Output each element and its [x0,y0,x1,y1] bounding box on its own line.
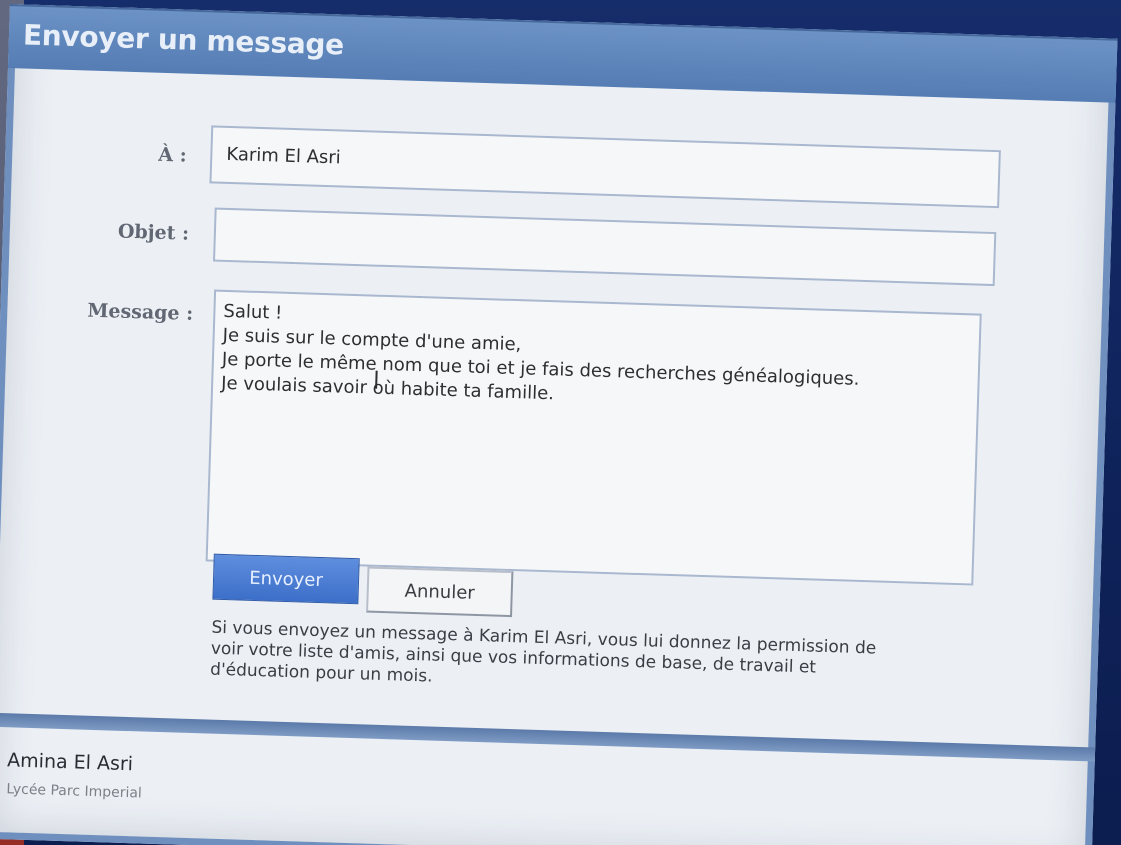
cancel-button[interactable]: Annuler [366,566,514,618]
message-text: Salut ! Je suis sur le compte d'une amie… [221,300,861,416]
to-label: À : [157,143,188,167]
dialog-title-bar: Envoyer un message [7,4,1118,103]
to-field[interactable]: Karim El Asri [209,125,1001,209]
subject-label: Objet : [117,220,190,245]
send-message-dialog: Envoyer un message À : Karim El Asri Obj… [0,4,1118,845]
message-label: Message : [87,299,194,325]
dialog-title: Envoyer un message [22,18,345,62]
send-button[interactable]: Envoyer [212,553,360,605]
subject-field[interactable] [213,207,997,287]
profile-school: Lycée Parc Imperial [6,781,143,802]
message-textarea[interactable]: Salut ! Je suis sur le compte d'une amie… [205,289,982,586]
to-field-value: Karim El Asri [226,143,342,169]
screen: Envoyer un message À : Karim El Asri Obj… [0,0,1121,845]
dialog-bottom-band [0,712,1096,762]
permission-notice: Si vous envoyez un message à Karim El As… [210,618,1012,706]
profile-name[interactable]: Amina El Asri [7,749,133,775]
